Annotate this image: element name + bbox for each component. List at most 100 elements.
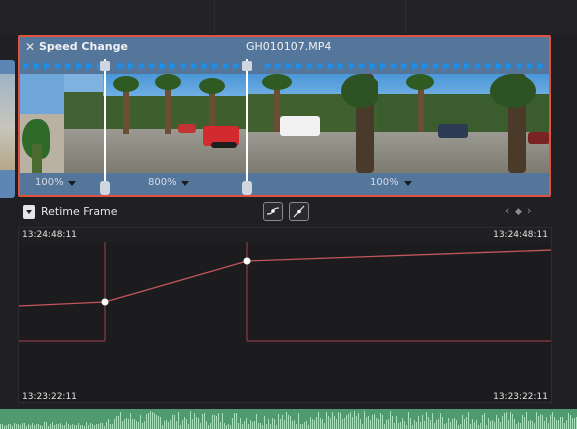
chevron-down-icon[interactable] bbox=[181, 181, 189, 186]
waveform-bar bbox=[140, 414, 141, 429]
close-icon[interactable]: ✕ bbox=[25, 40, 37, 54]
speed-arrow-icon bbox=[527, 62, 534, 70]
waveform-bar bbox=[254, 420, 255, 429]
speed-arrow-icon bbox=[191, 62, 198, 70]
waveform-bar bbox=[262, 425, 263, 429]
waveform-bar bbox=[314, 419, 315, 429]
waveform-bar bbox=[260, 422, 261, 429]
waveform-bar bbox=[490, 421, 491, 429]
retime-toolbar: Retime Frame ‹ ◆ › bbox=[18, 199, 551, 226]
speed-arrow-icon bbox=[516, 62, 524, 70]
waveform-bar bbox=[514, 419, 515, 429]
waveform-bar bbox=[388, 418, 389, 429]
track-divider bbox=[214, 0, 215, 34]
linear-curve-button[interactable] bbox=[289, 202, 309, 221]
ease-curve-button[interactable] bbox=[263, 202, 283, 221]
speed-arrow-icon bbox=[44, 62, 51, 70]
waveform-bar bbox=[306, 420, 307, 429]
chevron-down-icon[interactable] bbox=[23, 205, 35, 219]
clip-filename: GH010107.MP4 bbox=[246, 40, 332, 53]
waveform-bar bbox=[304, 422, 305, 429]
waveform-bar bbox=[166, 420, 167, 429]
waveform-bar bbox=[326, 412, 327, 429]
previous-keyframe-button[interactable]: ‹ bbox=[505, 204, 509, 218]
waveform-bar bbox=[48, 425, 49, 429]
waveform-bar bbox=[36, 423, 37, 429]
speed-point-top-grip[interactable] bbox=[242, 61, 252, 71]
waveform-bar bbox=[232, 417, 233, 429]
waveform-bar bbox=[148, 413, 149, 429]
add-keyframe-button[interactable]: ◆ bbox=[515, 205, 522, 219]
waveform-bar bbox=[4, 425, 5, 429]
waveform-bar bbox=[350, 412, 351, 429]
waveform-bar bbox=[556, 420, 557, 429]
waveform-bar bbox=[52, 422, 53, 429]
waveform-bar bbox=[368, 415, 369, 429]
speed-arrow-icon bbox=[432, 62, 440, 70]
retime-curve-graph[interactable]: 13:24:48:11 13:24:48:11 13:23:22:11 13:2… bbox=[18, 227, 552, 403]
video-clip[interactable]: ✕ Speed Change GH010107.MP4 100% 800% 10… bbox=[18, 35, 551, 197]
waveform-bar bbox=[424, 420, 425, 429]
speed-arrow-icon bbox=[464, 62, 471, 70]
retime-curve[interactable] bbox=[19, 228, 552, 403]
waveform-bar bbox=[64, 425, 65, 429]
waveform-bar bbox=[482, 414, 483, 429]
speed-arrow-icon bbox=[422, 62, 429, 70]
speed-point-handle[interactable] bbox=[100, 59, 110, 195]
waveform-bar bbox=[178, 411, 179, 429]
waveform-bar bbox=[116, 415, 117, 429]
waveform-bar bbox=[352, 417, 353, 429]
waveform-bar bbox=[480, 423, 481, 429]
waveform-bar bbox=[224, 422, 225, 429]
waveform-bar bbox=[62, 424, 63, 429]
waveform-bar bbox=[434, 422, 435, 429]
waveform-bar bbox=[10, 424, 11, 429]
waveform-bar bbox=[274, 419, 275, 429]
waveform-bar bbox=[532, 420, 533, 429]
waveform-bar bbox=[66, 422, 67, 429]
waveform-bar bbox=[118, 415, 119, 429]
speed-arrow-icon bbox=[159, 62, 167, 70]
waveform-bar bbox=[380, 412, 381, 429]
waveform-bar bbox=[474, 421, 475, 429]
waveform-bar bbox=[284, 420, 285, 429]
waveform-bar bbox=[402, 417, 403, 429]
waveform-bar bbox=[266, 423, 267, 429]
waveform-bar bbox=[272, 418, 273, 429]
speed-segment-label: 100% bbox=[370, 177, 399, 188]
waveform-bar bbox=[478, 424, 479, 429]
waveform-bar bbox=[498, 418, 499, 429]
speed-arrow-icon bbox=[23, 62, 30, 70]
waveform-bar bbox=[360, 418, 361, 429]
waveform-bar bbox=[392, 415, 393, 429]
waveform-bar bbox=[372, 414, 373, 429]
waveform-bar bbox=[102, 423, 103, 429]
speed-point-handle[interactable] bbox=[242, 59, 252, 195]
waveform-bar bbox=[382, 414, 383, 429]
waveform-bar bbox=[68, 424, 69, 429]
next-keyframe-button[interactable]: › bbox=[527, 204, 531, 218]
waveform-bar bbox=[228, 423, 229, 429]
waveform-bar bbox=[168, 422, 169, 429]
retime-curve-selector[interactable]: Retime Frame bbox=[41, 205, 118, 219]
graph-bottom-ruler bbox=[19, 390, 551, 402]
speed-arrow-icon bbox=[495, 62, 503, 70]
speed-arrow-icon bbox=[128, 62, 135, 70]
speed-arrow-icon bbox=[317, 62, 324, 70]
audio-track-waveform[interactable] bbox=[0, 409, 577, 429]
waveform-bar bbox=[248, 424, 249, 429]
waveform-bar bbox=[100, 423, 101, 429]
waveform-bar bbox=[216, 415, 217, 429]
thumbnail-frame bbox=[64, 74, 103, 173]
speed-point-bottom-grip[interactable] bbox=[100, 181, 110, 195]
speed-arrow-icon bbox=[33, 62, 41, 70]
waveform-bar bbox=[276, 424, 277, 429]
waveform-bar bbox=[336, 418, 337, 429]
chevron-down-icon[interactable] bbox=[404, 181, 412, 186]
waveform-bar bbox=[246, 418, 247, 429]
timeline-empty-track bbox=[0, 0, 577, 34]
speed-point-bottom-grip[interactable] bbox=[242, 181, 252, 195]
chevron-down-icon[interactable] bbox=[68, 181, 76, 186]
previous-clip[interactable] bbox=[0, 60, 15, 198]
speed-point-top-grip[interactable] bbox=[100, 61, 110, 71]
